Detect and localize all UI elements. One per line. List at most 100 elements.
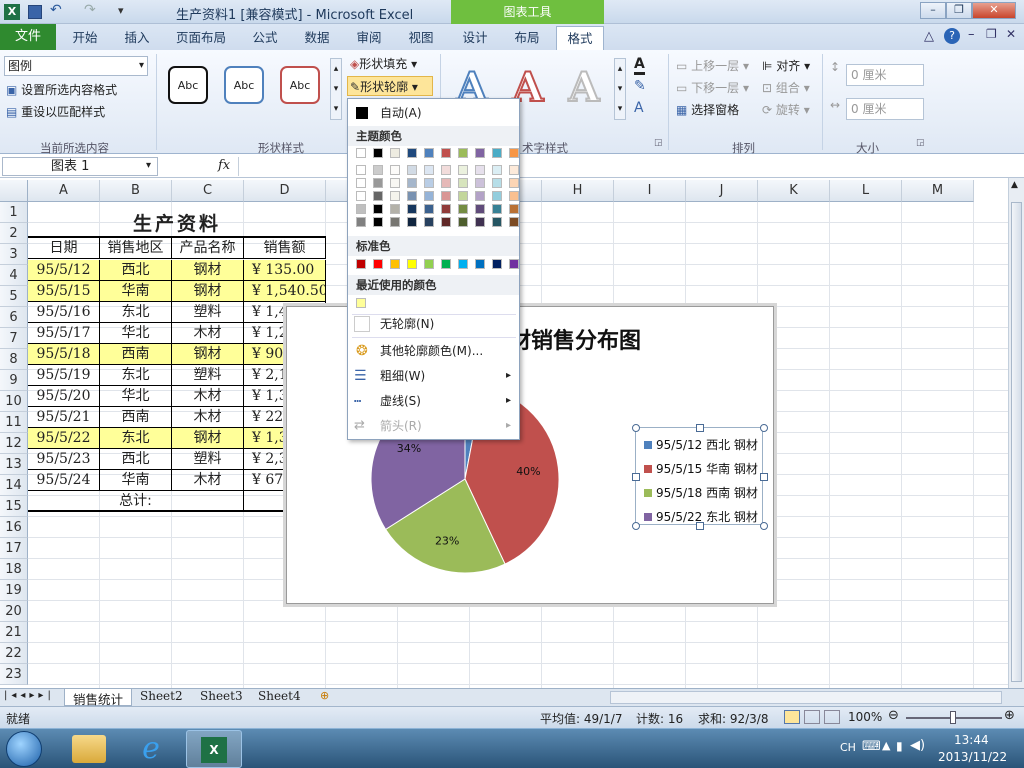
theme-color-swatch[interactable] [407,191,417,201]
volume-icon[interactable]: ◀) [910,738,925,753]
theme-color-swatch[interactable] [356,165,366,175]
row-header[interactable]: 7 [0,328,28,349]
rotate-button[interactable]: ⟳ 旋转 ▾ [762,100,810,120]
text-effects-icon[interactable]: A [634,100,644,116]
standard-color-swatch[interactable] [407,259,417,269]
table-row-cell[interactable]: 95/5/16 [28,302,100,323]
internet-explorer-icon[interactable]: e [134,733,168,765]
page-layout-view-icon[interactable] [804,710,820,724]
theme-color-swatch[interactable] [424,191,434,201]
row-header[interactable]: 23 [0,664,28,685]
table-row-cell[interactable]: 95/5/17 [28,323,100,344]
table-row-cell[interactable]: 塑料 [172,449,244,470]
theme-color-swatch[interactable] [424,165,434,175]
theme-color-swatch[interactable] [390,165,400,175]
table-row-cell[interactable]: ¥ 1,540.50 [244,281,326,302]
row-header[interactable]: 14 [0,475,28,496]
theme-color-swatch[interactable] [390,217,400,227]
theme-color-swatch[interactable] [509,178,519,188]
theme-color-swatch[interactable] [373,178,383,188]
zoom-out-icon[interactable]: ⊖ [888,708,899,723]
column-header[interactable]: I [614,180,686,202]
theme-color-swatch[interactable] [475,165,485,175]
theme-color-swatch[interactable] [424,148,434,158]
zoom-level[interactable]: 100% [848,710,882,724]
file-tab[interactable]: 文件 [0,24,56,50]
column-header[interactable]: H [542,180,614,202]
theme-color-swatch[interactable] [509,217,519,227]
table-header[interactable]: 产品名称 [172,238,244,259]
column-header[interactable]: J [686,180,758,202]
sheet-tab[interactable]: Sheet3 [200,689,243,703]
table-row-cell[interactable]: 木材 [172,407,244,428]
standard-color-swatch[interactable] [373,259,383,269]
theme-color-swatch[interactable] [441,165,451,175]
theme-color-swatch[interactable] [407,217,417,227]
table-row-cell[interactable]: ¥ 135.00 [244,260,326,281]
theme-color-swatch[interactable] [492,217,502,227]
table-row-cell[interactable]: 95/5/21 [28,407,100,428]
theme-color-swatch[interactable] [509,165,519,175]
group-button[interactable]: ⊡ 组合 ▾ [762,78,810,98]
tab-home[interactable]: 开始 [62,26,108,50]
table-row-cell[interactable]: 钢材 [172,281,244,302]
select-all-corner[interactable] [0,180,28,202]
resize-handle[interactable] [632,473,640,481]
theme-color-swatch[interactable] [390,191,400,201]
table-row-cell[interactable]: 华南 [100,281,172,302]
row-header[interactable]: 18 [0,559,28,580]
table-row-cell[interactable]: 95/5/20 [28,386,100,407]
table-row-cell[interactable]: 华南 [100,470,172,491]
column-header[interactable]: A [28,180,100,202]
theme-color-swatch[interactable] [424,217,434,227]
table-row-cell[interactable]: 钢材 [172,344,244,365]
row-header[interactable]: 9 [0,370,28,391]
more-colors-item[interactable]: ❂ 其他轮廓颜色(M)... [348,339,519,363]
standard-color-swatch[interactable] [424,259,434,269]
row-header[interactable]: 1 [0,202,28,223]
row-header[interactable]: 4 [0,265,28,286]
resize-handle[interactable] [760,522,768,530]
quick-access-menu-icon[interactable]: ▾ [118,4,124,17]
theme-color-swatch[interactable] [390,204,400,214]
close-button[interactable]: ✕ [972,2,1016,19]
table-row-cell[interactable]: 西南 [100,407,172,428]
shape-style-black[interactable]: Abc [168,66,208,104]
standard-color-swatch[interactable] [492,259,502,269]
row-header[interactable]: 16 [0,517,28,538]
theme-color-swatch[interactable] [509,148,519,158]
legend-entry[interactable]: 95/5/18 西南 钢材 [644,484,758,501]
row-header[interactable]: 8 [0,349,28,370]
theme-color-swatch[interactable] [458,191,468,201]
theme-color-swatch[interactable] [373,165,383,175]
workbook-restore-icon[interactable]: ❐ [986,27,997,41]
minimize-button[interactable]: – [920,2,946,19]
column-header[interactable]: M [902,180,974,202]
theme-color-swatch[interactable] [475,191,485,201]
table-row-cell[interactable]: 木材 [172,470,244,491]
network-icon[interactable]: ▮ [896,739,903,753]
table-row-cell[interactable]: 塑料 [172,365,244,386]
theme-color-swatch[interactable] [356,204,366,214]
theme-color-swatch[interactable] [475,148,485,158]
table-row-cell[interactable]: 木材 [172,386,244,407]
width-input[interactable]: 0 厘米 [846,98,924,120]
tab-page-layout[interactable]: 页面布局 [168,26,234,50]
theme-color-swatch[interactable] [407,165,417,175]
table-row-cell[interactable]: 塑料 [172,302,244,323]
column-header[interactable]: D [244,180,326,202]
standard-color-swatch[interactable] [475,259,485,269]
theme-color-swatch[interactable] [373,191,383,201]
ribbon-collapse-icon[interactable]: △ [924,29,934,44]
height-input[interactable]: 0 厘米 [846,64,924,86]
theme-color-swatch[interactable] [424,204,434,214]
theme-color-swatch[interactable] [509,191,519,201]
theme-color-swatch[interactable] [458,217,468,227]
table-header[interactable]: 销售额 [244,238,326,259]
clock-time[interactable]: 13:44 [954,733,989,747]
theme-color-swatch[interactable] [424,178,434,188]
sheet-nav-arrows[interactable]: |◂◂▸▸| [4,690,55,701]
shape-style-blue[interactable]: Abc [224,66,264,104]
workbook-close-icon[interactable]: ✕ [1006,27,1016,41]
row-header[interactable]: 10 [0,391,28,412]
